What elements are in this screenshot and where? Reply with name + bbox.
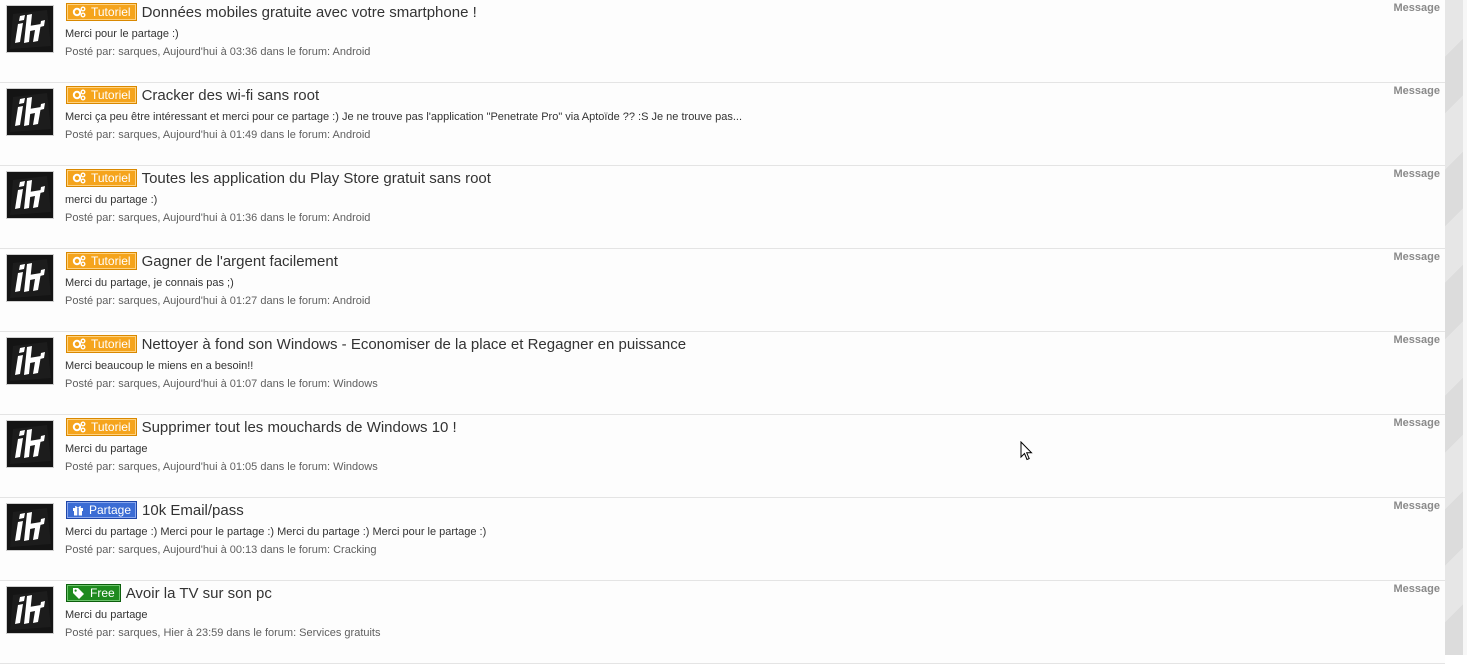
gears-icon — [72, 421, 86, 433]
badge-label: Tutoriel — [91, 88, 131, 102]
prefix-badge[interactable]: Tutoriel — [66, 252, 137, 270]
prefix-badge[interactable]: Tutoriel — [66, 169, 137, 187]
user-avatar[interactable] — [6, 171, 54, 219]
avatar-logo-icon — [7, 338, 53, 384]
user-avatar[interactable] — [6, 503, 54, 551]
thread-title-link[interactable]: 10k Email/pass — [142, 502, 244, 519]
post-excerpt[interactable]: Merci ça peu être intéressant et merci p… — [65, 111, 742, 123]
avatar-logo-icon — [7, 89, 53, 135]
badge-label: Tutoriel — [91, 5, 131, 19]
content-type-label: Message — [1393, 417, 1440, 429]
gift-icon — [73, 506, 83, 516]
mouse-cursor-icon — [1020, 441, 1033, 461]
prefix-badge[interactable]: Tutoriel — [66, 3, 137, 21]
prefix-badge[interactable]: Tutoriel — [66, 335, 137, 353]
avatar-logo-icon — [7, 504, 53, 550]
result-row: Tutoriel Données mobiles gratuite avec v… — [0, 0, 1445, 83]
post-excerpt[interactable]: Merci beaucoup le miens en a besoin!! — [65, 360, 253, 372]
content-type-label: Message — [1393, 168, 1440, 180]
avatar-logo-icon — [7, 587, 53, 633]
badge-label: Tutoriel — [91, 337, 131, 351]
thread-title-link[interactable]: Nettoyer à fond son Windows - Economiser… — [142, 336, 686, 353]
user-avatar[interactable] — [6, 586, 54, 634]
result-row: Partage 10k Email/pass Merci du partage … — [0, 498, 1445, 581]
post-meta: Posté par: sarques, Hier à 23:59 dans le… — [65, 627, 381, 639]
user-avatar[interactable] — [6, 337, 54, 385]
prefix-badge[interactable]: Tutoriel — [66, 86, 137, 104]
avatar-logo-icon — [7, 6, 53, 52]
scrollbar-background — [1445, 0, 1463, 655]
gears-icon — [72, 89, 86, 101]
post-excerpt[interactable]: Merci du partage — [65, 609, 148, 621]
scrollbar-edge — [1463, 0, 1467, 655]
content-type-label: Message — [1393, 334, 1440, 346]
content-type-label: Message — [1393, 500, 1440, 512]
result-row: Free Avoir la TV sur son pc Merci du par… — [0, 581, 1445, 664]
thread-title-link[interactable]: Toutes les application du Play Store gra… — [142, 170, 491, 187]
badge-label: Tutoriel — [91, 254, 131, 268]
thread-title-link[interactable]: Supprimer tout les mouchards de Windows … — [142, 419, 457, 436]
result-row: Tutoriel Nettoyer à fond son Windows - E… — [0, 332, 1445, 415]
badge-label: Tutoriel — [91, 420, 131, 434]
thread-title-link[interactable]: Avoir la TV sur son pc — [126, 585, 272, 602]
post-meta: Posté par: sarques, Aujourd'hui à 01:07 … — [65, 378, 378, 390]
thread-title-link[interactable]: Gagner de l'argent facilement — [142, 253, 338, 270]
content-type-label: Message — [1393, 2, 1440, 14]
post-meta: Posté par: sarques, Aujourd'hui à 01:27 … — [65, 295, 371, 307]
page-scrollbar[interactable] — [1445, 0, 1467, 655]
post-excerpt[interactable]: merci du partage :) — [65, 194, 157, 206]
avatar-logo-icon — [7, 421, 53, 467]
user-avatar[interactable] — [6, 254, 54, 302]
user-avatar[interactable] — [6, 88, 54, 136]
post-excerpt[interactable]: Merci du partage — [65, 443, 148, 455]
post-meta: Posté par: sarques, Aujourd'hui à 01:05 … — [65, 461, 378, 473]
user-avatar[interactable] — [6, 5, 54, 53]
badge-label: Tutoriel — [91, 171, 131, 185]
prefix-badge[interactable]: Tutoriel — [66, 418, 137, 436]
thread-title-link[interactable]: Données mobiles gratuite avec votre smar… — [142, 4, 477, 21]
post-meta: Posté par: sarques, Aujourd'hui à 00:13 … — [65, 544, 377, 556]
prefix-badge[interactable]: Free — [66, 584, 121, 602]
content-type-label: Message — [1393, 85, 1440, 97]
result-row: Tutoriel Toutes les application du Play … — [0, 166, 1445, 249]
gears-icon — [72, 6, 86, 18]
search-results-list: Tutoriel Données mobiles gratuite avec v… — [0, 0, 1445, 664]
gears-icon — [72, 338, 86, 350]
gears-icon — [72, 255, 86, 267]
avatar-logo-icon — [7, 255, 53, 301]
post-excerpt[interactable]: Merci pour le partage :) — [65, 28, 179, 40]
post-excerpt[interactable]: Merci du partage :) Merci pour le partag… — [65, 526, 486, 538]
post-meta: Posté par: sarques, Aujourd'hui à 01:49 … — [65, 129, 371, 141]
result-row: Tutoriel Gagner de l'argent facilement M… — [0, 249, 1445, 332]
badge-label: Partage — [89, 503, 132, 517]
post-meta: Posté par: sarques, Aujourd'hui à 03:36 … — [65, 46, 371, 58]
avatar-logo-icon — [7, 172, 53, 218]
user-avatar[interactable] — [6, 420, 54, 468]
prefix-badge[interactable]: Partage — [66, 501, 138, 519]
thread-title-link[interactable]: Cracker des wi-fi sans root — [142, 87, 320, 104]
result-row: Tutoriel Cracker des wi-fi sans root Mer… — [0, 83, 1445, 166]
content-type-label: Message — [1393, 251, 1440, 263]
content-type-label: Message — [1393, 583, 1440, 595]
gears-icon — [72, 172, 86, 184]
badge-label: Free — [90, 586, 115, 600]
tag-icon — [73, 588, 84, 599]
result-row: Tutoriel Supprimer tout les mouchards de… — [0, 415, 1445, 498]
post-excerpt[interactable]: Merci du partage, je connais pas ;) — [65, 277, 234, 289]
post-meta: Posté par: sarques, Aujourd'hui à 01:36 … — [65, 212, 371, 224]
